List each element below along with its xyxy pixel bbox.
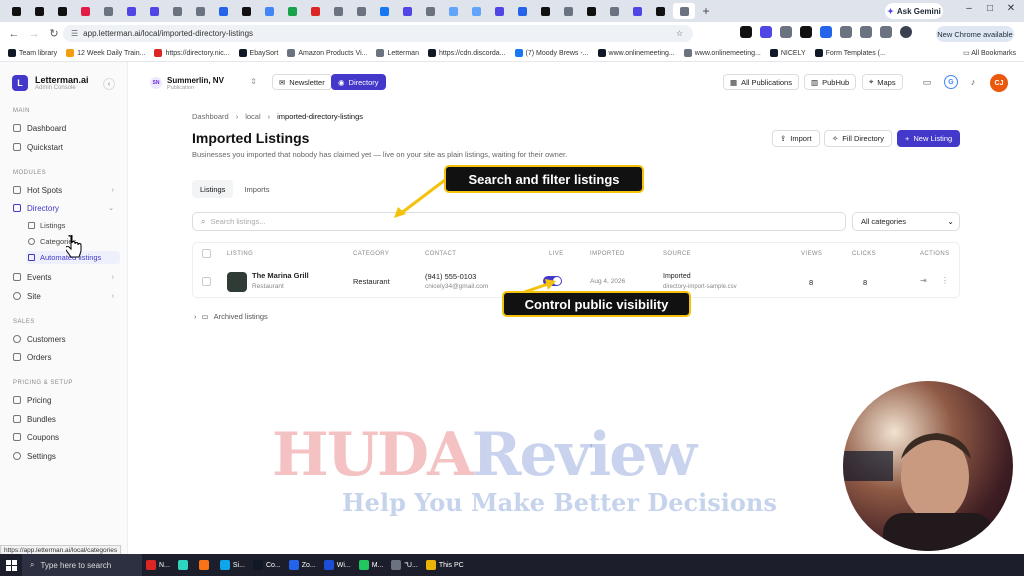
taskbar-app[interactable]: Wi...	[320, 554, 355, 576]
taskbar-app[interactable]: "U...	[387, 554, 421, 576]
taskbar-app-icon	[219, 560, 230, 570]
taskbar-app[interactable]: Zo...	[285, 554, 320, 576]
taskbar-app-icon	[323, 560, 334, 570]
taskbar-app[interactable]: N...	[142, 554, 174, 576]
taskbar-app-label: "U...	[404, 561, 418, 569]
taskbar-app-icon	[177, 560, 188, 570]
taskbar-app-icon	[198, 560, 209, 570]
webcam-overlay	[843, 381, 1013, 551]
taskbar-app[interactable]: Si...	[216, 554, 249, 576]
taskbar-app[interactable]	[195, 554, 216, 576]
taskbar-search[interactable]: ⌕ Type here to search	[22, 554, 142, 576]
taskbar-app-icon	[146, 560, 156, 570]
watermark-logo: HUDAReview	[272, 420, 698, 490]
taskbar-app[interactable]: M...	[355, 554, 388, 576]
callout-visibility: Control public visibility	[502, 291, 691, 317]
taskbar-app-icon	[425, 560, 436, 570]
taskbar-app[interactable]: This PC	[422, 554, 468, 576]
taskbar-app-label: M...	[371, 561, 384, 569]
presenter-icon	[843, 433, 993, 551]
callout-visibility-text: Control public visibility	[524, 296, 669, 312]
taskbar-app-icon	[391, 560, 402, 570]
windows-start-icon[interactable]	[0, 554, 22, 576]
watermark-tagline: Help You Make Better Decisions	[342, 488, 777, 517]
taskbar-app-icon	[252, 560, 263, 570]
taskbar-app-icon	[358, 560, 369, 570]
callout-search: Search and filter listings	[444, 165, 644, 193]
taskbar-search-label: Type here to search	[40, 560, 112, 570]
taskbar-app-label: Si...	[232, 561, 245, 569]
taskbar-app-label: This PC	[438, 561, 464, 569]
taskbar-app[interactable]: Co...	[249, 554, 285, 576]
watermark-part-b: Review	[471, 420, 698, 490]
taskbar-app-label: Zo...	[301, 561, 316, 569]
callout-search-text: Search and filter listings	[468, 171, 620, 187]
search-icon: ⌕	[30, 560, 35, 569]
taskbar-app-label: Wi...	[336, 561, 351, 569]
taskbar-app-label: Co...	[265, 561, 281, 569]
taskbar-app-icon	[288, 560, 299, 570]
windows-logo-icon	[5, 559, 17, 571]
taskbar-app[interactable]	[174, 554, 195, 576]
windows-taskbar: ⌕ Type here to search N... Si... Co... Zo..…	[0, 554, 1024, 576]
taskbar-app-label: N...	[159, 561, 170, 569]
watermark-part-a: HUDA	[272, 420, 474, 490]
